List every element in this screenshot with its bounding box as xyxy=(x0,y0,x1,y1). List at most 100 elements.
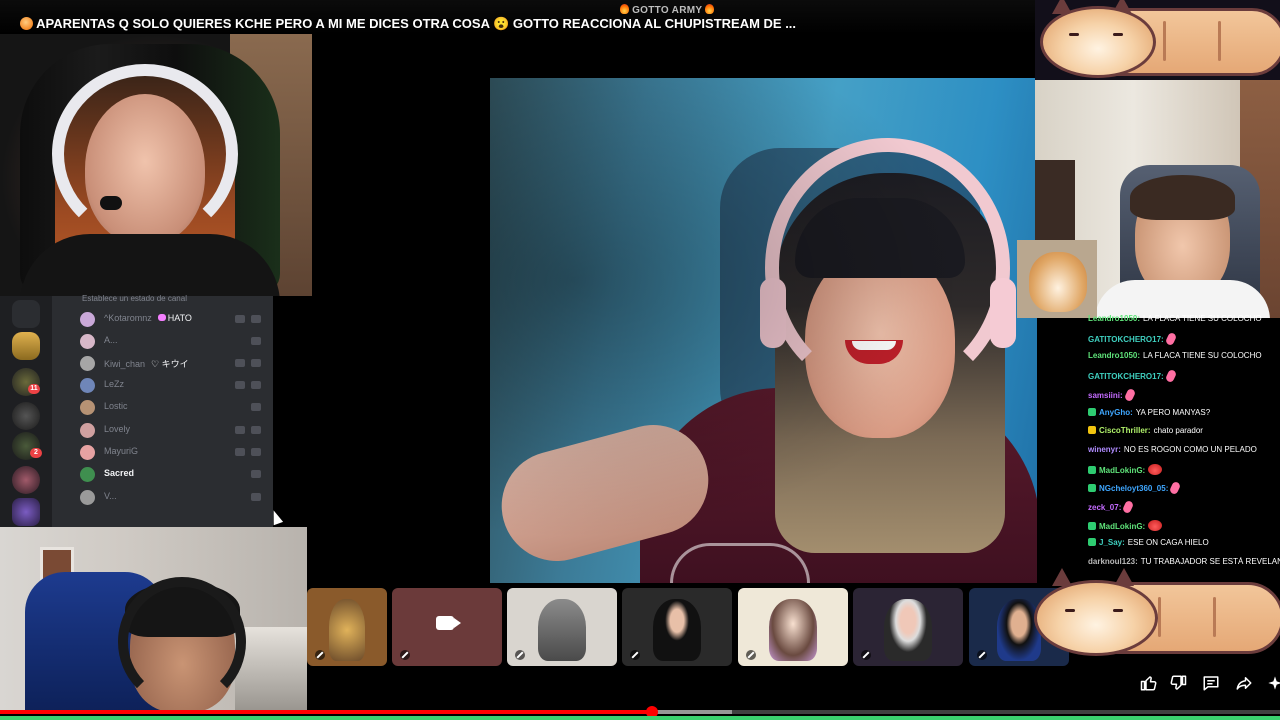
chat-username[interactable]: J_Say: xyxy=(1099,538,1125,547)
voice-member[interactable]: ^Kotaromnz HATO xyxy=(80,310,270,328)
chat-username[interactable]: CiscoThriller: xyxy=(1099,426,1151,435)
loaf-cat-top xyxy=(1040,0,1280,80)
hand-emote-icon xyxy=(1164,332,1177,346)
avatar xyxy=(80,356,95,371)
server-icon[interactable] xyxy=(12,402,40,430)
chat-username[interactable]: GATITOKCHERO17: xyxy=(1088,372,1164,381)
avatar xyxy=(80,312,95,327)
cat-head xyxy=(1034,580,1158,656)
participant-thumbnail[interactable] xyxy=(307,588,387,666)
participant-thumbnail[interactable] xyxy=(738,588,848,666)
face-emote-icon xyxy=(1148,463,1163,475)
chat-username[interactable]: GATITOKCHERO17: xyxy=(1088,335,1164,344)
voice-member[interactable]: A... xyxy=(80,332,270,350)
chat-text: ESE ON CAGA HIELO xyxy=(1127,538,1209,548)
chat-username[interactable]: zeck_07: xyxy=(1088,503,1121,512)
shirt xyxy=(20,234,280,296)
channel-name[interactable]: GOTTO ARMY xyxy=(620,4,715,16)
cabinet xyxy=(1035,160,1075,240)
face-emote-icon xyxy=(1148,519,1163,531)
camera-icon xyxy=(251,315,261,323)
server-icon[interactable] xyxy=(12,332,40,360)
thumbs-up-icon xyxy=(1140,676,1157,691)
camera-icon xyxy=(251,426,261,434)
participant-thumbnail[interactable] xyxy=(853,588,963,666)
mic-muted-icon xyxy=(400,650,410,660)
avatar xyxy=(80,467,95,482)
camera-icon xyxy=(251,381,261,389)
voice-member[interactable]: V... xyxy=(80,488,270,506)
participant-thumbnail[interactable] xyxy=(622,588,732,666)
video-title-text: APARENTAS Q SOLO QUIERES KCHE PERO A MI … xyxy=(36,16,797,31)
avatar xyxy=(80,400,95,415)
member-name: Kiwi_chan ♡ キウイ xyxy=(104,357,189,370)
server-icon-kp[interactable] xyxy=(12,300,40,328)
chat-username[interactable]: MadLokinG: xyxy=(1099,466,1145,475)
like-button[interactable] xyxy=(1138,672,1160,694)
chat-username[interactable]: AnyGho: xyxy=(1099,408,1133,417)
voice-member[interactable]: Kiwi_chan ♡ キウイ xyxy=(80,354,270,372)
chat-message: Leandro1050: LA FLACA TIENE SU COLOCHO xyxy=(1088,351,1280,367)
hand-emote-icon xyxy=(1122,501,1135,515)
avatar xyxy=(80,490,95,505)
voice-member[interactable]: Lovely xyxy=(80,421,270,439)
cat-eye xyxy=(1065,609,1075,612)
chat-username[interactable]: Leandro1050: xyxy=(1088,314,1140,323)
chat-username[interactable]: Leandro1050: xyxy=(1088,351,1140,360)
chat-badge-icon xyxy=(1088,426,1096,435)
server-icon[interactable]: 2 xyxy=(12,432,42,460)
chat-username[interactable]: samsiini: xyxy=(1088,391,1123,400)
remix-button[interactable] xyxy=(1264,672,1280,694)
chat-username[interactable]: NGcheloyt360_05: xyxy=(1099,484,1168,493)
flame-icon xyxy=(705,4,715,14)
hand-emote-icon xyxy=(1169,482,1182,496)
mic-muted-icon xyxy=(515,650,525,660)
participant-video xyxy=(537,598,587,662)
server-icon[interactable]: 11 xyxy=(12,368,40,396)
server-icon[interactable] xyxy=(12,498,40,526)
participant-thumbnail[interactable] xyxy=(507,588,617,666)
participant-thumbnails xyxy=(307,588,1069,668)
comments-button[interactable] xyxy=(1200,672,1222,694)
camera-icon xyxy=(251,493,261,501)
mic-muted-icon xyxy=(315,650,325,660)
camera-icon xyxy=(251,337,261,345)
camera-icon xyxy=(251,359,261,367)
unread-badge: 11 xyxy=(28,384,40,394)
main-stream-video[interactable] xyxy=(490,78,1037,583)
chat-username[interactable]: winenyr: xyxy=(1088,445,1121,454)
microphone xyxy=(100,196,122,210)
webcam-top-left xyxy=(0,34,312,296)
chat-message: winenyr: NO ES ROGON COMO UN PELADO xyxy=(1088,445,1280,461)
shiba-dog xyxy=(1029,252,1087,312)
chat-badge-icon xyxy=(1088,538,1096,547)
stream-chat: Leandro1050: LA FLACA TIENE SU COLOCHO GAT… xyxy=(1088,312,1280,577)
member-tag: ♡ キウイ xyxy=(151,359,189,369)
muted-mic-icon xyxy=(235,315,245,323)
voice-member[interactable]: LeZz xyxy=(80,376,270,394)
server-icon[interactable] xyxy=(12,466,40,494)
member-name-text: Lovely xyxy=(104,424,131,434)
voice-member[interactable]: Sacred xyxy=(80,465,270,483)
cat-crease xyxy=(1163,21,1166,61)
member-name-text: Sacred xyxy=(104,468,135,478)
chat-username[interactable]: MadLokinG: xyxy=(1099,522,1145,531)
participant-thumbnail[interactable] xyxy=(392,588,502,666)
voice-member[interactable]: Lostic xyxy=(80,398,270,416)
video-title: APARENTAS Q SOLO QUIERES KCHE PERO A MI … xyxy=(20,16,1020,32)
chat-username[interactable]: darknoul123: xyxy=(1088,557,1138,566)
cat-head xyxy=(1040,6,1156,78)
muted-mic-icon xyxy=(235,359,245,367)
cat-eye xyxy=(1069,33,1079,36)
dislike-button[interactable] xyxy=(1167,672,1189,694)
bottom-accent-bar xyxy=(0,716,1280,720)
voice-member[interactable]: MayuriG xyxy=(80,443,270,461)
share-button[interactable] xyxy=(1233,672,1255,694)
channel-name-text: GOTTO ARMY xyxy=(632,5,703,16)
shadow-overlay xyxy=(490,78,1037,583)
chat-message: MadLokinG: xyxy=(1088,463,1280,480)
chat-badge-icon xyxy=(1088,521,1096,530)
camera-off-icon xyxy=(436,616,461,630)
avatar xyxy=(80,445,95,460)
participant-video xyxy=(652,598,702,662)
